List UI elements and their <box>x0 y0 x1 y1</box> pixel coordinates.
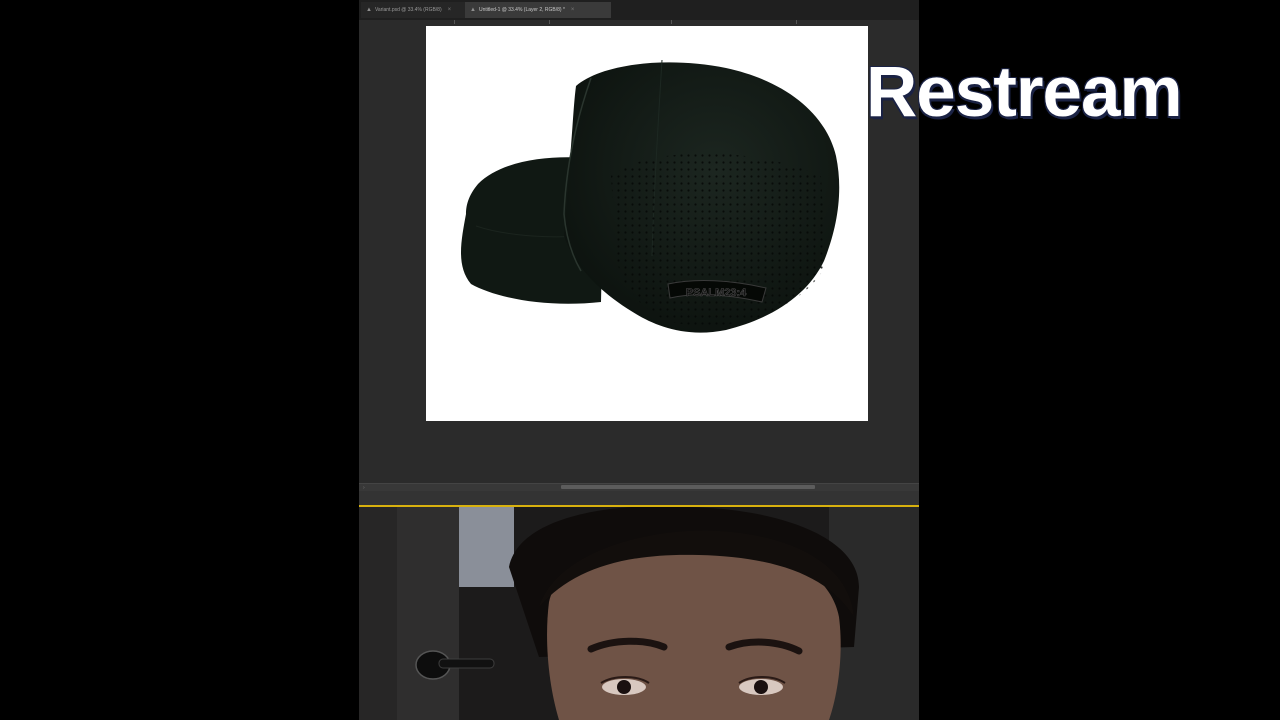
document-tab-0[interactable]: ▲ Variant.psd @ 33.4% (RGB/8) × <box>361 2 465 18</box>
document-tab-bar: ▲ Variant.psd @ 33.4% (RGB/8) × ▲ Untitl… <box>359 0 919 21</box>
document-tab-1[interactable]: ▲ Untitled-1 @ 33.4% (Layer 2, RGB/8) * … <box>465 2 611 18</box>
document-icon: ▲ <box>470 7 476 13</box>
webcam-person-image <box>359 507 919 720</box>
document-canvas[interactable]: PSALM23:4 <box>426 26 868 421</box>
close-icon[interactable]: × <box>571 7 575 13</box>
photo-editor-window: ▲ Variant.psd @ 33.4% (RGB/8) × ▲ Untitl… <box>359 0 919 505</box>
webcam-feed <box>359 505 919 720</box>
document-tab-label: Untitled-1 @ 33.4% (Layer 2, RGB/8) * <box>478 7 565 13</box>
horizontal-scroll-thumb[interactable] <box>561 485 815 489</box>
ruler-tick <box>671 20 672 24</box>
hat-label: PSALM23:4 <box>686 287 747 299</box>
horizontal-scrollbar[interactable] <box>359 485 919 505</box>
document-tab-label: Variant.psd @ 33.4% (RGB/8) <box>374 7 442 13</box>
close-icon[interactable]: × <box>448 7 452 13</box>
restream-brand-text: Restream <box>866 53 1183 132</box>
snapback-hat-image: PSALM23:4 <box>461 59 840 333</box>
canvas-workspace[interactable]: PSALM23:4 <box>359 25 919 483</box>
ruler-tick <box>796 20 797 24</box>
ruler-tick <box>549 20 550 24</box>
document-icon: ▲ <box>366 7 372 13</box>
ruler-tick <box>454 20 455 24</box>
